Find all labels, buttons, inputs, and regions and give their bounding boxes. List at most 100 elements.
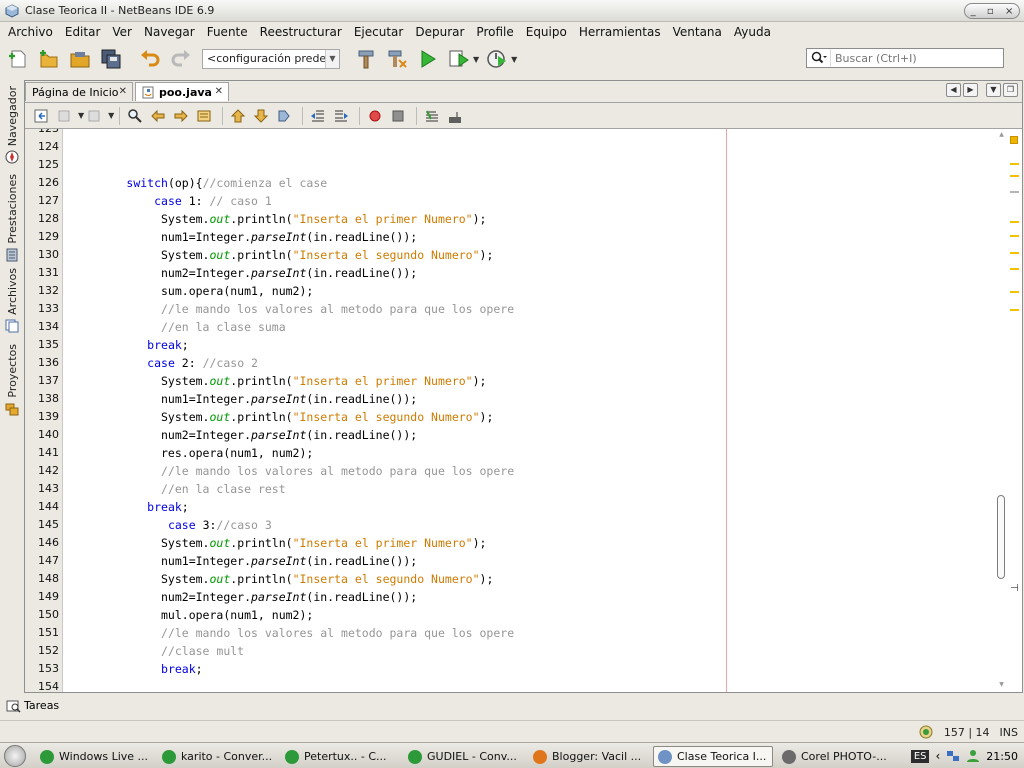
run-button[interactable] xyxy=(415,46,441,72)
code-token: //le mando los valores al metodo para qu… xyxy=(161,302,515,316)
search-input[interactable] xyxy=(835,51,995,65)
scroll-down-icon[interactable]: ▼ xyxy=(997,681,1006,691)
find-next-button[interactable] xyxy=(171,106,191,126)
warning-mark[interactable] xyxy=(1010,291,1019,293)
shift-right-button[interactable] xyxy=(331,106,351,126)
side-tab-navegador[interactable]: Navegador xyxy=(3,86,21,164)
comment-button[interactable] xyxy=(422,106,442,126)
line-number: 131 xyxy=(38,266,59,279)
tab-poo-java[interactable]: poo.java ✕ xyxy=(135,82,229,101)
previous-bookmark-button[interactable] xyxy=(228,106,248,126)
menu-equipo[interactable]: Equipo xyxy=(520,25,573,39)
debug-dropdown-icon[interactable]: ▼ xyxy=(473,55,479,64)
taskbar-item[interactable]: karito - Conver... xyxy=(158,746,276,767)
menu-reestructurar[interactable]: Reestructurar xyxy=(254,25,348,39)
menu-editar[interactable]: Editar xyxy=(59,25,107,39)
error-stripe[interactable]: ⊣ xyxy=(1006,129,1022,692)
line-number: 149 xyxy=(38,590,59,603)
profile-button[interactable] xyxy=(484,46,510,72)
search-icon[interactable] xyxy=(807,49,831,67)
warning-mark[interactable] xyxy=(1010,268,1019,270)
chevron-down-icon[interactable]: ▼ xyxy=(108,111,114,120)
close-icon[interactable]: ✕ xyxy=(119,86,127,97)
uncomment-button[interactable] xyxy=(445,106,465,126)
taskbar-item[interactable]: Corel PHOTO-... xyxy=(778,746,896,767)
undo-button[interactable] xyxy=(137,46,163,72)
warning-mark[interactable] xyxy=(1010,235,1019,237)
menu-profile[interactable]: Profile xyxy=(470,25,519,39)
maximize-button[interactable]: ▫ xyxy=(987,6,994,17)
start-button[interactable] xyxy=(4,744,26,767)
configuration-select[interactable]: <configuración prede... ▼ xyxy=(202,49,340,69)
menu-archivo[interactable]: Archivo xyxy=(2,25,59,39)
show-opened-documents-button[interactable]: ▼ xyxy=(986,83,1001,97)
new-project-button[interactable] xyxy=(36,46,62,72)
stop-macro-button[interactable] xyxy=(388,106,408,126)
taskbar-item[interactable]: Windows Live ... xyxy=(36,746,154,767)
menu-herramientas[interactable]: Herramientas xyxy=(573,25,667,39)
scroll-up-icon[interactable]: ▲ xyxy=(997,131,1006,141)
maximize-window-button[interactable]: ❐ xyxy=(1003,83,1018,97)
forward-button[interactable] xyxy=(84,106,104,126)
back-button[interactable] xyxy=(54,106,74,126)
tray-arrow-icon[interactable]: ‹ xyxy=(935,749,940,763)
taskbar-item[interactable]: Petertux.. - C... xyxy=(281,746,399,767)
minimize-button[interactable]: _ xyxy=(971,6,976,17)
next-bookmark-button[interactable] xyxy=(251,106,271,126)
debug-button[interactable] xyxy=(446,46,472,72)
toggle-bookmark-button[interactable] xyxy=(274,106,294,126)
caret-line-mark[interactable] xyxy=(1010,191,1019,193)
toggle-highlight-button[interactable] xyxy=(194,106,214,126)
user-icon[interactable] xyxy=(966,749,980,763)
scroll-tabs-right-button[interactable]: ▶ xyxy=(963,83,978,97)
redo-button[interactable] xyxy=(168,46,194,72)
menu-ejecutar[interactable]: Ejecutar xyxy=(348,25,410,39)
profile-dropdown-icon[interactable]: ▼ xyxy=(511,55,517,64)
network-icon[interactable] xyxy=(946,749,960,763)
clean-build-button[interactable] xyxy=(384,46,410,72)
source-history-button[interactable] xyxy=(31,106,51,126)
code-token: ); xyxy=(479,248,494,262)
find-previous-button[interactable] xyxy=(148,106,168,126)
code-editor[interactable]: 123 124 125 126 switch(op){//comienza el ca… xyxy=(25,128,1022,692)
vertical-scrollbar[interactable]: ▲ ▼ xyxy=(996,129,1006,692)
shift-left-button[interactable] xyxy=(308,106,328,126)
save-all-button[interactable] xyxy=(98,46,124,72)
line-number: 153 xyxy=(38,662,59,675)
code-token: 3: xyxy=(195,518,217,532)
menu-ventana[interactable]: Ventana xyxy=(667,25,728,39)
notification-icon[interactable] xyxy=(918,724,934,740)
warning-mark[interactable] xyxy=(1010,175,1019,177)
close-icon[interactable]: ✕ xyxy=(215,86,223,97)
new-file-button[interactable] xyxy=(5,46,31,72)
warning-mark[interactable] xyxy=(1010,309,1019,311)
side-tab-prestaciones[interactable]: Prestaciones xyxy=(3,174,21,262)
language-indicator[interactable]: ES xyxy=(910,749,930,763)
scrollbar-thumb[interactable] xyxy=(997,495,1005,579)
menu-depurar[interactable]: Depurar xyxy=(409,25,470,39)
taskbar-item[interactable]: Clase Teorica I... xyxy=(653,746,773,767)
side-tab-archivos[interactable]: Archivos xyxy=(3,268,21,333)
taskbar-item[interactable]: GUDIEL - Conv... xyxy=(404,746,522,767)
menu-fuente[interactable]: Fuente xyxy=(201,25,254,39)
build-button[interactable] xyxy=(353,46,379,72)
taskbar-item-label: Corel PHOTO-... xyxy=(801,750,887,763)
tab-tareas[interactable]: Tareas xyxy=(6,699,59,713)
search-box[interactable] xyxy=(806,48,1004,68)
tab-pagina-de-inicio[interactable]: Página de Inicio ✕ xyxy=(25,82,133,101)
find-selection-button[interactable] xyxy=(125,106,145,126)
scroll-tabs-left-button[interactable]: ◀ xyxy=(946,83,961,97)
code-token: System. xyxy=(71,536,210,550)
taskbar-item[interactable]: Blogger: Vacil ... xyxy=(529,746,647,767)
code-text: System.out.println("Inserta el primer Nu… xyxy=(71,372,486,390)
close-button[interactable]: × xyxy=(1005,6,1013,17)
menu-navegar[interactable]: Navegar xyxy=(138,25,201,39)
side-tab-proyectos[interactable]: Proyectos xyxy=(3,344,21,416)
warning-mark[interactable] xyxy=(1010,163,1019,165)
menu-ayuda[interactable]: Ayuda xyxy=(728,25,777,39)
start-macro-button[interactable] xyxy=(365,106,385,126)
warning-mark[interactable] xyxy=(1010,221,1019,223)
open-project-button[interactable] xyxy=(67,46,93,72)
warning-mark[interactable] xyxy=(1010,252,1019,254)
menu-ver[interactable]: Ver xyxy=(106,25,138,39)
